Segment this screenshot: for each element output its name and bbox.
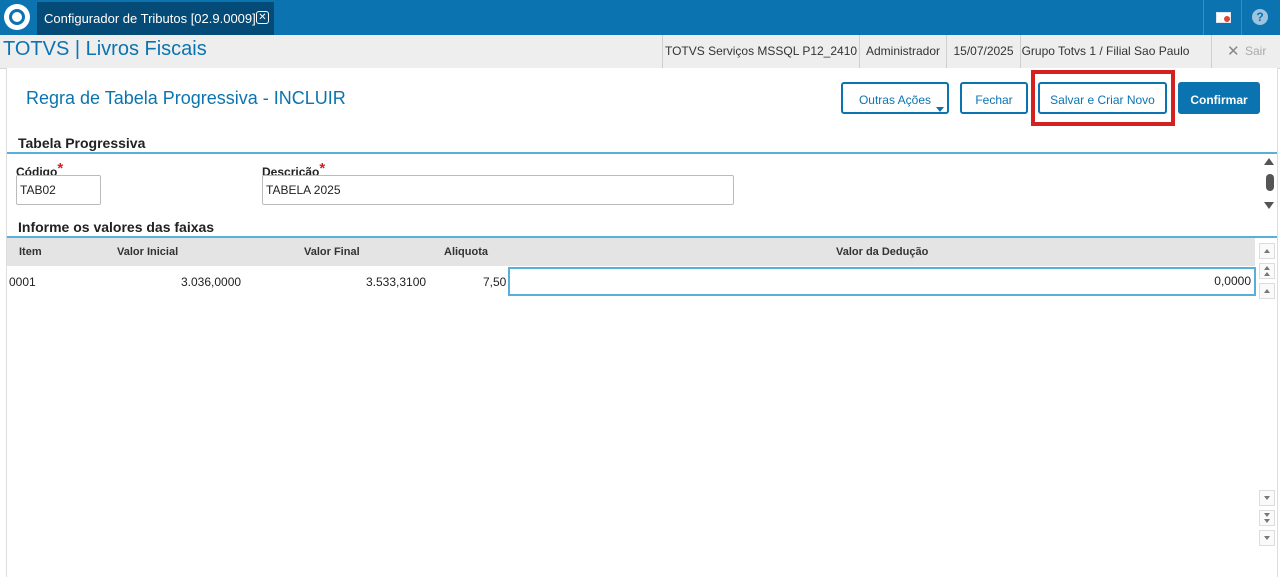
column-header-aliquota[interactable]: Aliquota	[444, 246, 488, 258]
close-button[interactable]: Fechar	[960, 82, 1028, 114]
grid-page-down-icon[interactable]	[1259, 510, 1275, 526]
column-header-valor-deducao[interactable]: Valor da Dedução	[836, 246, 928, 258]
grid-scroll-down-icon[interactable]	[1259, 490, 1275, 506]
form-scrollbar-thumb[interactable]	[1266, 174, 1274, 191]
branch-info[interactable]: Grupo Totvs 1 / Filial Sao Paulo	[1020, 35, 1190, 68]
more-actions-label: Outras Ações	[858, 93, 932, 107]
exit-button[interactable]: ✕ Sair	[1211, 35, 1280, 68]
tab-title: Configurador de Tributos [02.9.0009]	[44, 11, 256, 26]
form-scroll-down-icon[interactable]	[1264, 202, 1276, 209]
cell-valor-inicial[interactable]: 3.036,0000	[181, 275, 241, 289]
tab-configurador-tributos[interactable]: Configurador de Tributos [02.9.0009] ✕	[37, 2, 274, 35]
grid-scroll-bottom-icon[interactable]	[1259, 530, 1275, 546]
grid-page-up-icon[interactable]	[1259, 263, 1275, 279]
main-panel: Regra de Tabela Progressiva - INCLUIR Ou…	[6, 68, 1278, 577]
caret-down-icon	[936, 107, 944, 112]
grid-scroll-top-icon[interactable]	[1259, 243, 1275, 259]
cell-valor-deducao-input[interactable]: 0,0000	[508, 267, 1256, 296]
tab-close-icon[interactable]: ✕	[256, 11, 269, 24]
section-header-tabela: Tabela Progressiva	[7, 134, 1277, 154]
section-title: Tabela Progressiva	[18, 135, 146, 151]
page-title: Regra de Tabela Progressiva - INCLUIR	[26, 88, 346, 108]
user-info[interactable]: Administrador	[859, 35, 946, 68]
grid-scroll-up-icon[interactable]	[1259, 283, 1275, 299]
more-actions-button[interactable]: Outras Ações	[841, 82, 949, 114]
column-header-item[interactable]: Item	[19, 246, 42, 258]
highlight-box	[1031, 70, 1175, 126]
grid-header: Item Valor Inicial Valor Final Aliquota …	[7, 238, 1255, 266]
form-scroll-up-icon[interactable]	[1264, 158, 1276, 165]
description-input[interactable]: TABELA 2025	[262, 175, 734, 205]
confirm-button[interactable]: Confirmar	[1178, 82, 1260, 114]
cell-item[interactable]: 0001	[9, 275, 36, 289]
mail-icon[interactable]	[1203, 0, 1242, 35]
app-header: TOTVS | Livros Fiscais TOTVS Serviços MS…	[0, 35, 1280, 69]
totvs-logo-icon[interactable]	[4, 4, 30, 30]
cell-valor-final[interactable]: 3.533,3100	[366, 275, 426, 289]
app-title: TOTVS | Livros Fiscais	[3, 38, 207, 60]
section-title: Informe os valores das faixas	[18, 219, 215, 235]
section-header-faixas: Informe os valores das faixas	[7, 218, 1277, 238]
code-input[interactable]: TAB02	[16, 175, 101, 205]
date-info[interactable]: 15/07/2025	[946, 35, 1020, 68]
table-row[interactable]: 0001 3.036,0000 3.533,3100 7,50 0,0000	[7, 267, 1256, 297]
environment-info[interactable]: TOTVS Serviços MSSQL P12_2410	[662, 35, 859, 68]
column-header-valor-final[interactable]: Valor Final	[304, 246, 360, 258]
help-icon[interactable]: ?	[1241, 0, 1280, 35]
exit-label: Sair	[1245, 44, 1267, 58]
cell-aliquota[interactable]: 7,50	[483, 275, 506, 289]
top-bar: Configurador de Tributos [02.9.0009] ✕ ?	[0, 0, 1280, 35]
column-header-valor-inicial[interactable]: Valor Inicial	[117, 246, 178, 258]
close-icon: ✕	[1227, 43, 1240, 60]
